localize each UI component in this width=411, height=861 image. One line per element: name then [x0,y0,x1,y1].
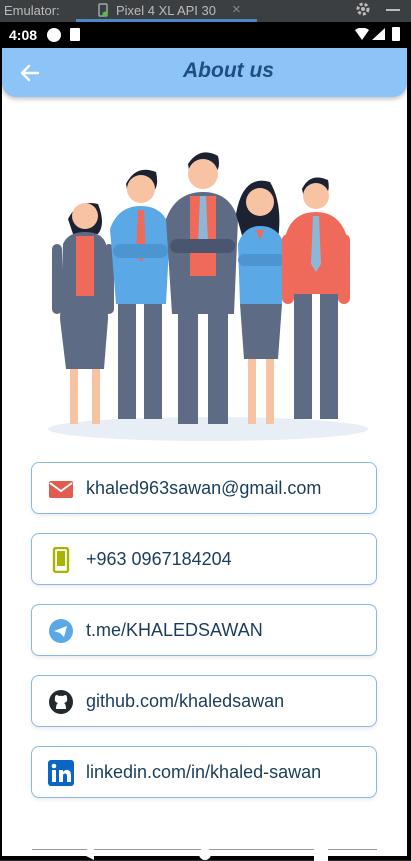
github-text: github.com/khaledsawan [86,691,285,711]
nav-home-icon[interactable] [199,848,211,860]
device-frame: 4:08 About us khaled963sawan@gmail.com +… [0,22,411,861]
telegram-text: t.me/KHALEDSAWAN [86,620,263,640]
phone-card[interactable]: +963 0967184204 [31,533,377,585]
emulator-label: Emulator: [4,3,60,18]
linkedin-icon [48,760,74,786]
phone-text: +963 0967184204 [86,549,232,569]
linkedin-card[interactable]: linkedin.com/in/khaled-sawan [31,746,377,798]
github-icon [49,690,73,714]
status-time: 4:08 [9,27,38,43]
emulator-toolbar: Emulator: Pixel 4 XL API 30 × [0,0,411,22]
email-icon [49,481,73,498]
system-nav-bar [0,846,411,861]
close-icon[interactable]: × [232,1,241,18]
email-text: khaled963sawan@gmail.com [86,478,322,498]
linkedin-text: linkedin.com/in/khaled-sawan [86,762,322,782]
signal-icon [372,28,385,40]
nav-recents-icon[interactable] [314,847,328,861]
telegram-icon [49,619,73,643]
emulator-tab-title: Pixel 4 XL API 30 [116,3,216,18]
page-title: About us [183,59,274,82]
sd-card-icon [70,28,80,41]
emulator-device-tab[interactable]: Pixel 4 XL API 30 × [76,0,257,22]
notification-icon [47,28,61,42]
email-card[interactable]: khaled963sawan@gmail.com [31,462,377,514]
app-bar: About us [2,48,407,97]
minimize-icon[interactable] [386,9,400,11]
team-illustration [48,152,368,441]
battery-icon [392,27,400,41]
phone-icon [52,547,70,573]
device-icon [98,3,108,17]
app-screen: About us khaled963sawan@gmail.com +963 0… [2,48,407,856]
wifi-icon [355,28,369,40]
gear-icon[interactable] [354,0,372,18]
telegram-card[interactable]: t.me/KHALEDSAWAN [31,604,377,656]
status-bar: 4:08 [0,22,411,48]
nav-back-icon[interactable] [80,846,94,860]
github-card[interactable]: github.com/khaledsawan [31,675,377,727]
